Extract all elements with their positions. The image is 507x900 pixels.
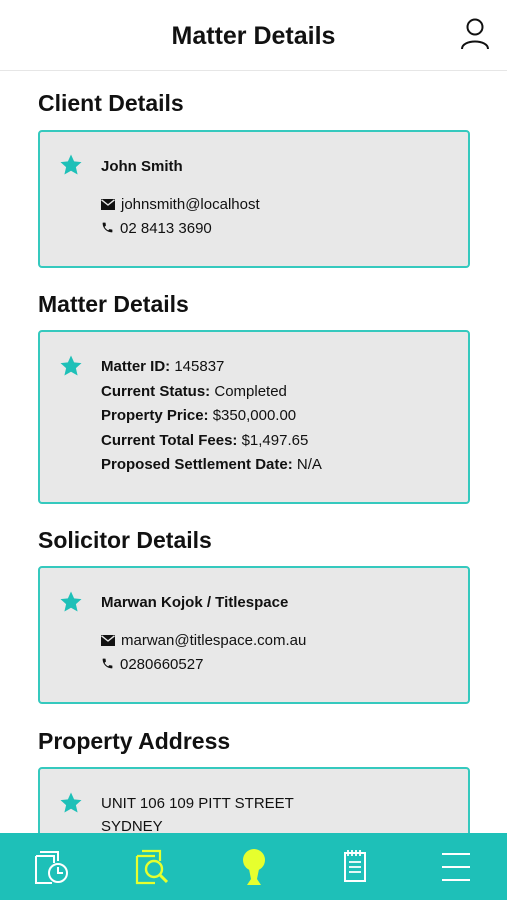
total-fees-value: $1,497.65 — [241, 432, 309, 449]
property-card: UNIT 106 109 PITT STREET SYDNEY — [38, 767, 470, 833]
star-icon[interactable] — [59, 791, 83, 815]
phone-icon — [102, 658, 113, 669]
client-phone: 02 8413 3690 — [120, 220, 212, 237]
current-status-label: Current Status: — [101, 383, 211, 400]
settlement-date-row: Proposed Settlement Date: N/A — [101, 456, 322, 473]
property-address-line2: SYDNEY — [101, 818, 163, 833]
matter-id-label: Matter ID: — [101, 358, 171, 375]
client-email-row[interactable]: johnsmith@localhost — [101, 196, 260, 213]
solicitor-name: Marwan Kojok / Titlespace — [101, 594, 289, 611]
matter-id-value: 145837 — [174, 358, 225, 375]
property-price-row: Property Price: $350,000.00 — [101, 407, 296, 424]
notepad-icon[interactable] — [335, 847, 375, 887]
history-icon[interactable] — [32, 847, 72, 887]
app-header: Matter Details — [0, 0, 507, 71]
total-fees-row: Current Total Fees: $1,497.65 — [101, 432, 308, 449]
matter-card: Matter ID: 145837 Current Status: Comple… — [38, 330, 470, 504]
property-price-value: $350,000.00 — [212, 407, 297, 424]
property-section-title: Property Address — [38, 728, 231, 754]
current-status-row: Current Status: Completed — [101, 383, 287, 400]
property-address-line1: UNIT 106 109 PITT STREET — [101, 795, 294, 812]
content-area[interactable]: Client Details John Smith johnsmith@loca… — [0, 71, 507, 833]
menu-icon[interactable] — [436, 847, 476, 887]
current-status-value: Completed — [214, 383, 287, 400]
solicitor-email-row[interactable]: marwan@titlespace.com.au — [101, 632, 306, 649]
star-icon[interactable] — [59, 354, 83, 378]
solicitor-phone-row[interactable]: 0280660527 — [101, 656, 203, 673]
solicitor-card: Marwan Kojok / Titlespace marwan@titlesp… — [38, 566, 470, 704]
search-document-icon[interactable] — [133, 847, 173, 887]
location-pin-icon[interactable] — [234, 847, 274, 887]
client-name: John Smith — [101, 158, 183, 175]
bottom-nav — [0, 833, 507, 900]
email-icon — [101, 199, 115, 210]
solicitor-email: marwan@titlespace.com.au — [121, 632, 307, 649]
settlement-date-value: N/A — [296, 456, 322, 473]
matter-section-title: Matter Details — [38, 291, 189, 317]
user-icon[interactable] — [459, 16, 491, 52]
email-icon — [101, 635, 115, 646]
star-icon[interactable] — [59, 590, 83, 614]
client-section-title: Client Details — [38, 90, 184, 116]
client-card: John Smith johnsmith@localhost 02 8413 3… — [38, 130, 470, 268]
phone-icon — [102, 222, 113, 233]
page-title: Matter Details — [171, 22, 336, 50]
star-icon[interactable] — [59, 153, 83, 177]
settlement-date-label: Proposed Settlement Date: — [101, 456, 293, 473]
matter-id-row: Matter ID: 145837 — [101, 358, 224, 375]
client-phone-row[interactable]: 02 8413 3690 — [101, 220, 212, 237]
total-fees-label: Current Total Fees: — [101, 432, 238, 449]
solicitor-section-title: Solicitor Details — [38, 527, 212, 553]
client-email: johnsmith@localhost — [121, 196, 260, 213]
property-price-label: Property Price: — [101, 407, 209, 424]
solicitor-phone: 0280660527 — [120, 656, 204, 673]
